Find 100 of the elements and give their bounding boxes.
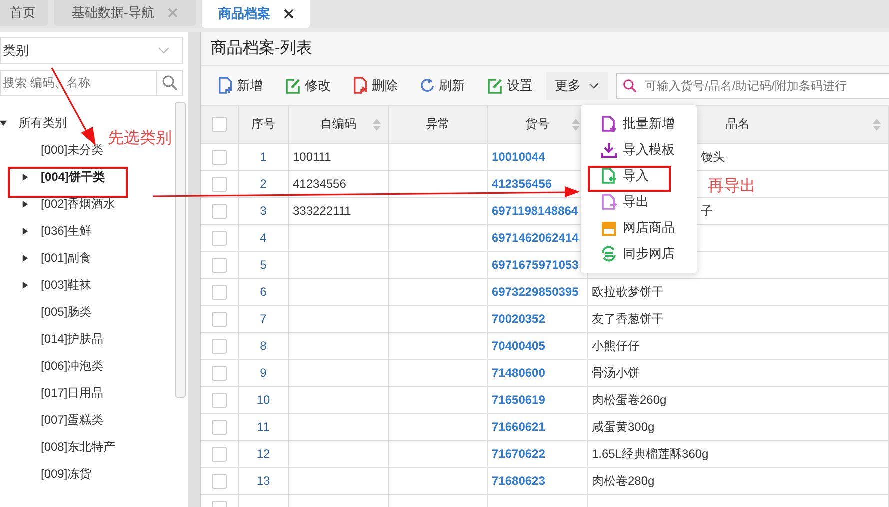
table-cell: 肉松蛋卷260g xyxy=(592,392,667,408)
table-cell[interactable]: 71650619 xyxy=(492,393,546,407)
tree-item[interactable]: [001]副食 xyxy=(41,250,92,267)
row-checkbox[interactable] xyxy=(212,392,227,408)
table-cell[interactable]: 412356456 xyxy=(492,177,552,191)
row-checkbox[interactable] xyxy=(212,338,227,354)
table-cell[interactable]: 6971198148864 xyxy=(492,204,578,218)
tree-item[interactable]: [002]香烟酒水 xyxy=(41,196,116,213)
table-cell[interactable]: 71480600 xyxy=(492,366,546,380)
annotation-label: 再导出 xyxy=(708,176,756,197)
row-checkbox[interactable] xyxy=(212,420,227,434)
column-header: 异常 xyxy=(426,116,450,133)
tree-item[interactable]: [005]肠类 xyxy=(41,304,92,321)
search-icon xyxy=(623,78,637,92)
file-plus-icon xyxy=(601,116,617,132)
toolbar-button[interactable]: 修改 xyxy=(276,72,340,100)
table-cell: 333222111 xyxy=(293,204,352,218)
menu-item[interactable]: 网店商品 xyxy=(581,215,697,241)
column-header: 货号 xyxy=(526,116,550,133)
expand-arrow-icon[interactable] xyxy=(22,228,29,235)
chevron-down-icon xyxy=(158,47,170,54)
tree-item[interactable]: [008]东北特产 xyxy=(41,439,116,456)
toolbar-button[interactable]: 新增 xyxy=(209,72,272,100)
toolbar-button[interactable]: 刷新 xyxy=(411,72,474,100)
close-icon[interactable] xyxy=(284,9,294,19)
menu-item[interactable]: 导入 xyxy=(581,163,697,189)
expand-arrow-icon[interactable] xyxy=(22,201,29,208)
scrollbar[interactable] xyxy=(175,102,186,398)
table-cell[interactable]: 71680623 xyxy=(492,474,546,488)
sort-icon[interactable] xyxy=(373,118,381,130)
chevron-down-icon xyxy=(589,82,599,88)
table-cell[interactable]: 71670622 xyxy=(492,447,546,461)
tree-item[interactable]: [017]日用品 xyxy=(41,385,104,402)
tree-item[interactable]: [003]鞋袜 xyxy=(41,277,92,294)
table-cell: 小熊仔仔 xyxy=(592,338,640,354)
tree-item[interactable]: [004]饼干类 xyxy=(41,169,106,186)
edit-square-icon xyxy=(285,78,301,94)
shop-icon xyxy=(601,220,617,236)
file-plus-icon xyxy=(218,77,233,94)
tree-item[interactable]: [014]护肤品 xyxy=(41,331,104,348)
refresh-icon xyxy=(420,78,435,93)
select-all-checkbox[interactable] xyxy=(212,117,227,132)
tree-item[interactable]: [009]冻货 xyxy=(41,466,92,483)
sort-icon[interactable] xyxy=(873,118,881,130)
tab[interactable]: 商品档案 xyxy=(202,0,310,28)
table-cell: 11 xyxy=(257,420,270,434)
row-checkbox[interactable] xyxy=(212,284,227,300)
category-select[interactable]: 类别 xyxy=(0,37,183,64)
menu-item[interactable]: 导入模板 xyxy=(581,137,697,163)
toolbar-button[interactable]: 删除 xyxy=(344,72,407,100)
edit-square-icon xyxy=(487,78,503,94)
tree-item[interactable]: [006]冲泡类 xyxy=(41,358,104,375)
table-cell: 10 xyxy=(256,393,270,407)
tree-item[interactable]: [000]未分类 xyxy=(41,142,104,159)
table-cell: 肉松卷280g xyxy=(592,472,655,490)
table-cell: 4 xyxy=(260,231,267,245)
table-cell: 5 xyxy=(260,258,267,272)
file-export-icon xyxy=(601,194,617,210)
search-input[interactable]: 可输入货号/品名/助记码/附加条码进行 xyxy=(643,78,889,94)
row-checkbox[interactable] xyxy=(212,150,227,164)
toolbar-button[interactable]: 设置 xyxy=(478,72,542,100)
table-cell[interactable]: 10010044 xyxy=(492,150,546,164)
tree-item[interactable]: 所有类别 xyxy=(19,115,67,132)
expand-arrow-icon[interactable] xyxy=(22,255,29,262)
table-cell[interactable]: 70020352 xyxy=(492,312,546,326)
row-checkbox[interactable] xyxy=(212,446,227,462)
table-cell: 8 xyxy=(260,339,267,353)
tab[interactable]: 首页 xyxy=(0,0,48,26)
menu-item[interactable]: 同步网店 xyxy=(581,241,697,267)
row-checkbox[interactable] xyxy=(212,258,227,272)
table-cell: 3 xyxy=(260,204,267,218)
table-cell[interactable]: 6971675971053 xyxy=(492,258,579,272)
column-header: 品名 xyxy=(726,116,750,133)
row-checkbox[interactable] xyxy=(212,312,227,326)
search-field[interactable]: 搜索 编码、名称 xyxy=(0,70,183,96)
expand-arrow-icon[interactable] xyxy=(0,120,7,127)
expand-arrow-icon[interactable] xyxy=(22,174,29,181)
row-checkbox[interactable] xyxy=(212,176,227,192)
tree-item[interactable]: [007]蛋糕类 xyxy=(41,412,104,429)
more-button[interactable]: 更多 xyxy=(546,72,608,100)
row-checkbox[interactable] xyxy=(212,230,227,246)
table-cell[interactable]: 70400405 xyxy=(492,339,546,353)
table-cell: 13 xyxy=(256,474,270,488)
menu-item[interactable]: 批量新增 xyxy=(581,111,697,137)
tab[interactable]: 基础数据-导航 xyxy=(54,0,196,26)
table-cell[interactable]: 71660621 xyxy=(492,420,546,434)
table-cell[interactable]: 6973229850395 xyxy=(492,285,579,299)
expand-arrow-icon[interactable] xyxy=(22,282,29,289)
search-icon xyxy=(162,75,178,91)
tree-item[interactable]: [036]生鲜 xyxy=(41,223,92,240)
row-checkbox[interactable] xyxy=(212,366,227,380)
table-cell: 友了香葱饼干 xyxy=(592,310,664,328)
menu-item[interactable]: 导出 xyxy=(581,189,697,215)
search-field[interactable]: 可输入货号/品名/助记码/附加条码进行 xyxy=(616,72,889,98)
row-checkbox[interactable] xyxy=(212,204,227,218)
table-cell[interactable]: 6971462062414 xyxy=(492,231,579,245)
splitter[interactable] xyxy=(188,32,200,507)
row-checkbox[interactable] xyxy=(212,474,227,488)
table-cell: 咸蛋黄300g xyxy=(592,418,655,436)
table-cell: 2 xyxy=(260,177,267,191)
